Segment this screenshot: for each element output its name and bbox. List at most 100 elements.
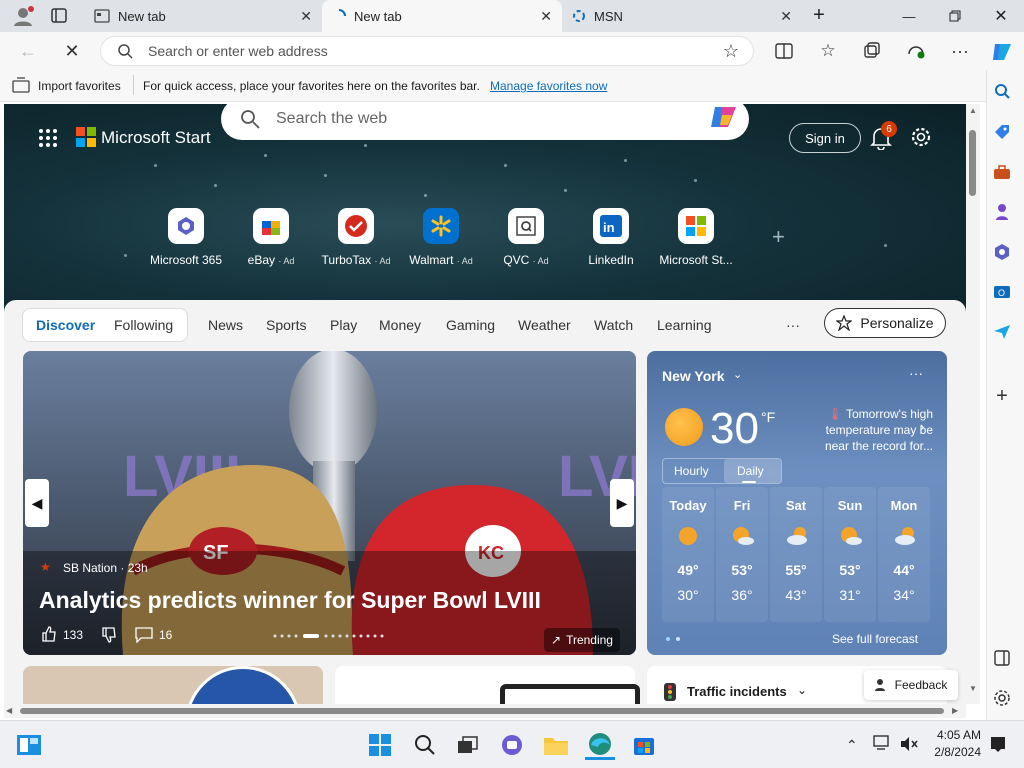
forecast-day[interactable]: Sat 55° 43° [770, 487, 822, 622]
sidebar-tools-icon[interactable] [990, 160, 1014, 184]
scroll-left-icon[interactable]: ◀ [6, 706, 12, 715]
like-icon[interactable] [41, 626, 57, 642]
tab-hourly[interactable]: Hourly [674, 464, 709, 478]
tab-new-tab-2[interactable]: New tab ✕ [322, 0, 562, 32]
tab-actions-icon[interactable] [50, 7, 70, 25]
volume-muted-icon[interactable] [900, 736, 918, 752]
tab-gaming[interactable]: Gaming [446, 317, 495, 333]
show-hidden-icons-chevron[interactable]: ⌃ [846, 737, 858, 754]
tab-money[interactable]: Money [379, 317, 421, 333]
sidebar-panel-icon[interactable] [990, 646, 1014, 670]
add-quick-link-button[interactable]: + [772, 224, 785, 250]
restore-button[interactable] [932, 0, 978, 32]
scrollbar-thumb[interactable] [969, 130, 976, 196]
tab-watch[interactable]: Watch [594, 317, 633, 333]
performance-icon[interactable] [902, 38, 930, 64]
task-view-icon[interactable] [453, 730, 483, 760]
network-icon[interactable] [873, 735, 891, 751]
taskbar-date[interactable]: 2/8/2024 [932, 745, 981, 759]
quick-link-qvc[interactable]: QVC · Ad [484, 208, 568, 267]
profile-avatar[interactable] [12, 5, 34, 27]
weather-location[interactable]: New York [662, 368, 725, 384]
scroll-down-icon[interactable]: ▼ [969, 684, 977, 693]
horizontal-scrollbar[interactable]: ◀ ▶ [4, 704, 966, 718]
tab-play[interactable]: Play [330, 317, 357, 333]
close-tab-icon[interactable]: ✕ [300, 8, 312, 25]
settings-more-icon[interactable]: ··· [946, 38, 974, 64]
store-taskbar-icon[interactable] [629, 730, 659, 760]
manage-favorites-link[interactable]: Manage favorites now [490, 79, 607, 93]
tab-news[interactable]: News [208, 317, 243, 333]
sidebar-drop-icon[interactable] [990, 320, 1014, 344]
forecast-day[interactable]: Today 49° 30° [662, 487, 714, 622]
weather-page-dots[interactable] [665, 636, 685, 642]
tab-new-tab-1[interactable]: New tab ✕ [84, 0, 322, 32]
sidebar-games-icon[interactable] [990, 200, 1014, 224]
personalize-button[interactable]: Personalize [824, 308, 946, 338]
minimize-button[interactable]: — [886, 0, 932, 32]
split-screen-icon[interactable] [770, 38, 798, 64]
more-tabs-button[interactable]: ··· [786, 317, 800, 333]
favorite-star-icon[interactable]: ☆ [717, 38, 745, 64]
quick-link-microsoft-365[interactable]: Microsoft 365 [144, 208, 228, 267]
quick-link-walmart[interactable]: Walmart · Ad [399, 208, 483, 267]
sidebar-m365-icon[interactable] [990, 240, 1014, 264]
forecast-day[interactable]: Fri 53° 36° [716, 487, 768, 622]
quick-link-turbotax[interactable]: TurboTax · Ad [314, 208, 398, 267]
news-card[interactable] [335, 666, 640, 704]
sidebar-search-icon[interactable] [990, 79, 1014, 103]
weather-more-button[interactable]: ··· [909, 365, 923, 381]
page-settings-icon[interactable] [910, 126, 932, 148]
close-tab-icon[interactable]: ✕ [780, 8, 792, 25]
scrollbar-thumb[interactable] [20, 708, 944, 714]
brand-title[interactable]: Microsoft Start [101, 128, 211, 148]
sign-in-button[interactable]: Sign in [789, 123, 861, 153]
vertical-scrollbar[interactable]: ▲ ▼ [966, 104, 980, 704]
chevron-down-icon[interactable]: ⌄ [733, 368, 742, 381]
widgets-icon[interactable] [14, 730, 44, 760]
sidebar-settings-icon[interactable] [990, 686, 1014, 710]
start-icon[interactable] [365, 730, 395, 760]
tab-daily[interactable]: Daily [737, 464, 764, 478]
file-explorer-icon[interactable] [541, 730, 571, 760]
hero-news-card[interactable]: LVIII LVIII SF KC ★ SB Nation · 23h Anal… [23, 351, 636, 655]
quick-link-ebay[interactable]: eBay · Ad [229, 208, 313, 267]
forecast-day[interactable]: Mon 44° 34° [878, 487, 930, 622]
chevron-down-icon[interactable]: ⌄ [797, 683, 807, 697]
tab-msn[interactable]: MSN ✕ [562, 0, 802, 32]
close-tab-icon[interactable]: ✕ [540, 8, 552, 25]
stop-loading-button[interactable]: ✕ [58, 38, 86, 64]
teams-chat-icon[interactable] [497, 730, 527, 760]
tab-following[interactable]: Following [114, 317, 173, 333]
back-button[interactable]: ← [14, 38, 42, 64]
comment-icon[interactable] [135, 627, 153, 643]
carousel-dots[interactable] [273, 634, 393, 638]
tab-learning[interactable]: Learning [657, 317, 712, 333]
favorites-icon[interactable]: ☆ [814, 38, 842, 64]
dislike-icon[interactable] [101, 627, 117, 643]
quick-link-linkedin[interactable]: in LinkedIn [569, 208, 653, 267]
copilot-icon[interactable] [989, 39, 1015, 65]
sidebar-shopping-icon[interactable] [990, 120, 1014, 144]
chevron-right-icon[interactable]: › [920, 419, 924, 434]
weather-note[interactable]: 🌡︎ Tomorrow's high temperature may be ne… [807, 406, 933, 454]
sidebar-add-icon[interactable]: + [990, 384, 1014, 408]
scroll-up-icon[interactable]: ▲ [969, 106, 977, 115]
weather-card[interactable]: New York ⌄ ··· 30 °F 🌡︎ Tomorrow's high … [647, 351, 947, 655]
collections-icon[interactable] [858, 38, 886, 64]
sidebar-outlook-icon[interactable]: O [990, 280, 1014, 304]
taskbar-time[interactable]: 4:05 AM [932, 728, 981, 742]
see-full-forecast-link[interactable]: See full forecast [832, 632, 918, 646]
apps-launcher-icon[interactable] [38, 128, 58, 148]
tab-discover[interactable]: Discover [36, 317, 95, 333]
copilot-icon[interactable] [708, 104, 740, 133]
carousel-next-button[interactable]: ▶ [610, 479, 634, 527]
new-tab-button[interactable]: + [808, 4, 830, 26]
scroll-right-icon[interactable]: ▶ [952, 706, 958, 715]
carousel-previous-button[interactable]: ◀ [25, 479, 49, 527]
import-favorites-button[interactable]: Import favorites [38, 79, 121, 93]
news-card[interactable] [23, 666, 323, 704]
tab-sports[interactable]: Sports [266, 317, 306, 333]
quick-link-microsoft-store[interactable]: Microsoft St... [654, 208, 738, 267]
tab-weather[interactable]: Weather [518, 317, 571, 333]
